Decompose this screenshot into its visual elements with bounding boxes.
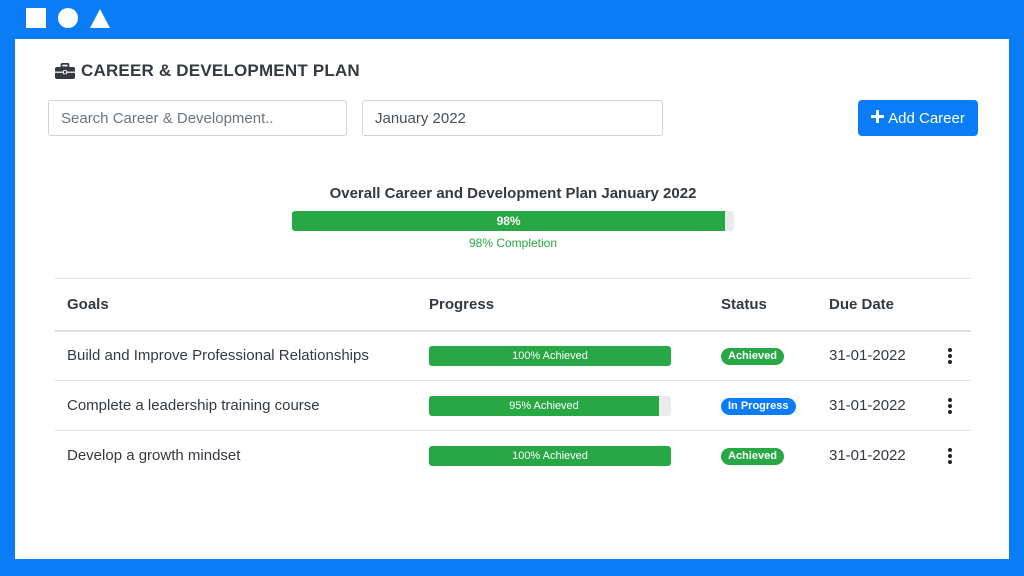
goal-due-date: 31-01-2022 — [829, 447, 906, 465]
goal-progress-label: 95% Achieved — [509, 399, 579, 412]
overall-progress-label: 98% — [496, 214, 521, 228]
table-header-row: Goals Progress Status Due Date — [55, 278, 971, 332]
goal-name: Build and Improve Professional Relations… — [55, 330, 417, 381]
circle-icon — [58, 8, 78, 28]
goal-progress-fill: 100% Achieved — [429, 345, 671, 366]
goals-table: Goals Progress Status Due Date Build and… — [55, 278, 971, 481]
goal-progress-label: 100% Achieved — [512, 349, 588, 362]
table-row[interactable]: Build and Improve Professional Relations… — [55, 330, 971, 381]
triangle-icon — [90, 8, 110, 28]
goal-name: Develop a growth mindset — [67, 447, 241, 465]
overall-progress-fill: 98% — [292, 211, 726, 231]
add-career-button[interactable]: Add Career — [858, 100, 978, 136]
brand-shapes — [26, 8, 110, 28]
search-input[interactable] — [48, 100, 347, 136]
status-badge: Achieved — [721, 448, 784, 466]
plus-icon — [871, 109, 885, 127]
briefcase-icon — [55, 63, 75, 79]
goal-due-date: 31-01-2022 — [817, 330, 929, 381]
goal-status: Achieved — [709, 431, 817, 481]
row-menu-cell — [929, 380, 971, 431]
row-menu-cell — [929, 330, 971, 381]
status-badge: In Progress — [721, 398, 796, 415]
header-status: Status — [709, 278, 817, 332]
main-panel: CAREER & DEVELOPMENT PLAN Add Career Ove… — [15, 39, 1009, 559]
square-icon — [26, 8, 46, 28]
more-vertical-icon[interactable] — [941, 347, 959, 364]
goal-due-date: 31-01-2022 — [817, 380, 929, 431]
more-vertical-icon[interactable] — [941, 397, 959, 414]
goal-progress: 95% Achieved — [417, 380, 709, 431]
month-picker-input[interactable] — [362, 100, 663, 136]
goal-name: Complete a leadership training course — [55, 380, 417, 431]
goal-status: Achieved — [709, 330, 817, 381]
row-menu-cell — [929, 431, 971, 481]
page-title: CAREER & DEVELOPMENT PLAN — [55, 61, 360, 81]
status-badge: Achieved — [721, 348, 784, 366]
overall-progress-title: Overall Career and Development Plan Janu… — [329, 185, 697, 202]
header-goals: Goals — [55, 278, 417, 332]
header-due-date: Due Date — [817, 278, 929, 332]
goal-progress-bar: 95% Achieved — [429, 395, 671, 416]
header-progress: Progress — [417, 278, 709, 332]
goal-progress-bar: 100% Achieved — [429, 445, 671, 466]
add-career-label: Add Career — [888, 109, 965, 127]
page-title-text: CAREER & DEVELOPMENT PLAN — [81, 61, 360, 80]
table-row[interactable]: Develop a growth mindset 100% Achieved A… — [55, 431, 971, 481]
table-row[interactable]: Complete a leadership training course 95… — [55, 380, 971, 431]
overall-progress-caption: 98% Completion — [468, 236, 558, 250]
goal-progress: 100% Achieved — [417, 330, 709, 381]
goal-progress-fill: 100% Achieved — [429, 445, 671, 466]
goal-progress-bar: 100% Achieved — [429, 345, 671, 366]
overall-progress-section: Overall Career and Development Plan Janu… — [292, 185, 734, 250]
goal-progress-label: 100% Achieved — [512, 449, 588, 462]
goal-progress: 100% Achieved — [417, 431, 709, 481]
overall-progress-bar: 98% — [292, 211, 734, 231]
more-vertical-icon[interactable] — [941, 447, 959, 464]
goal-status: In Progress — [709, 380, 817, 431]
goal-progress-fill: 95% Achieved — [429, 395, 659, 416]
header-actions — [929, 278, 971, 332]
